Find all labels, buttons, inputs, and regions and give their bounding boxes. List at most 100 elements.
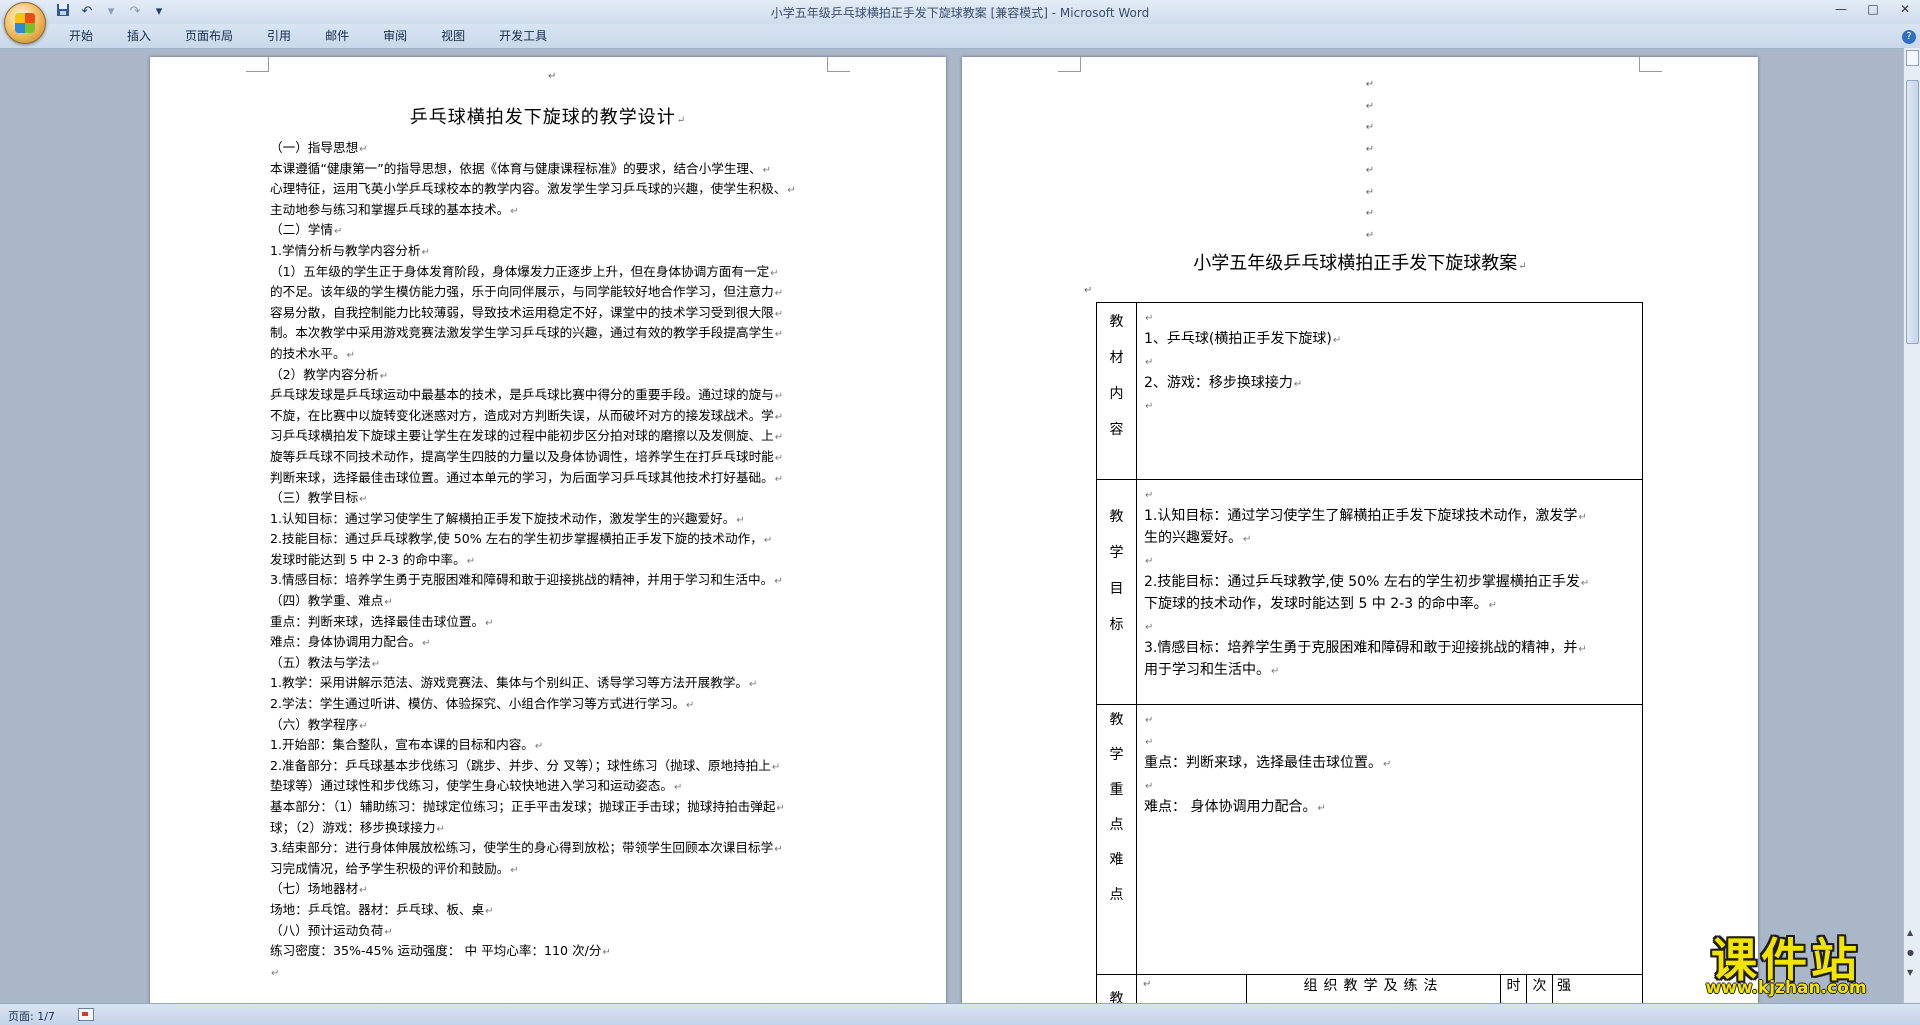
cell-line-text: 2.技能目标：通过乒乓球教学,使 50% 左右的学生初步掌握横拍正手发 xyxy=(1144,573,1580,590)
body-line: 重点：判断来球，选择最佳击球位置。↵ xyxy=(270,612,835,633)
tab-page-layout[interactable]: 页面布局 xyxy=(168,28,250,44)
body-line-text: （六）教学程序 xyxy=(270,716,359,732)
cell-line: ↵ xyxy=(1144,395,1636,417)
paragraph-mark: ↵ xyxy=(736,514,745,526)
body-line-text: 主动地参与练习和掌握乒乓球的基本技术。 xyxy=(270,201,510,217)
body-line: 心理特征，运用飞英小学乒乓球校本的教学内容。激发学生学习乒乓球的兴趣，使学生积极… xyxy=(270,179,835,200)
paragraph-mark: ↵ xyxy=(371,658,381,670)
tab-home[interactable]: 开始 xyxy=(52,28,110,44)
body-line-text: （2）教学内容分析 xyxy=(270,366,379,382)
paragraph-mark: ↵ xyxy=(774,473,784,485)
row-label-char: 目 xyxy=(1109,580,1124,597)
cell-key-points[interactable]: ↵ ↵ 重点：判断来球，选择最佳击球位置。↵ ↵ 难点： 身体协调用力配合。↵ xyxy=(1135,704,1644,976)
paragraph-mark: ↵ xyxy=(1145,357,1154,368)
body-line: （六）教学程序↵ xyxy=(270,715,835,736)
paragraph-mark: ↵ xyxy=(485,905,494,917)
document-page-2: ↵ ↵ ↵ ↵ ↵ ↵ ↵ ↵ 小学五年级乒乓球横拍正手发下旋球教案↵ ↵ 教材内容 ↵ 1… xyxy=(962,57,1758,1017)
office-button[interactable] xyxy=(4,2,46,44)
body-line-text: 的技术水平。 xyxy=(270,345,346,361)
paragraph-mark: ↵ xyxy=(359,144,368,155)
scroll-thumb[interactable] xyxy=(1906,80,1919,344)
cell-line: 难点： 身体协调用力配合。↵ xyxy=(1144,797,1636,819)
body-line-text: 2.技能目标：通过乒乓球教学,使 50% 左右的学生初步掌握横拍正手发下旋的技术… xyxy=(270,531,763,547)
office-logo-icon xyxy=(15,13,35,33)
body-line: （1）五年级的学生正于身体发育阶段，身体爆发力正逐步上升，但在身体协调方面有一定… xyxy=(270,262,835,283)
maximize-icon[interactable]: □ xyxy=(1864,2,1882,16)
scroll-up-arrow-icon[interactable]: ▲ xyxy=(1907,928,1913,937)
body-line-text: （八）预计运动负荷 xyxy=(270,922,384,938)
body-line-text: 习完成情况，给予学生积极的评价和鼓励。 xyxy=(270,860,510,876)
cell-line: ↵ xyxy=(1144,709,1636,731)
lesson-plan-table[interactable]: 教材内容 ↵ 1、乒乓球(横拍正手发下旋球)↵ ↵ 2、游戏：移步换球接力↵ ↵ 教学目… xyxy=(1096,302,1644,1017)
paragraph-mark: ↵ xyxy=(774,844,783,856)
body-line-text: 3.结束部分：进行身体伸展放松练习，使学生的身心得到放松；带领学生回顾本次课目标… xyxy=(270,840,774,856)
page1-title: 乒乓球横拍发下旋球的教学设计↵ xyxy=(409,107,687,128)
body-line-text: 不旋，在比赛中以旋转变化迷惑对方，造成对方判断失误，从而破坏对方的接发球战术。学 xyxy=(270,407,774,423)
paragraph-mark: ↵ xyxy=(774,432,784,444)
paragraph-mark: ↵ xyxy=(774,576,783,588)
body-line: 垫球等）通过球性和步伐练习，使学生身心较快地进入学习和运动姿态。↵ xyxy=(270,776,835,797)
table-row: 教学重点难点 ↵ ↵ 重点：判断来球，选择最佳击球位置。↵ ↵ 难点： 身体协调用力配合… xyxy=(1096,704,1644,976)
row-label-char: 教 xyxy=(1109,712,1124,729)
scroll-down-arrow-icon[interactable]: ▼ xyxy=(1907,968,1913,977)
paragraph-mark: ↵ xyxy=(485,617,494,629)
table-row: 教材内容 ↵ 1、乒乓球(横拍正手发下旋球)↵ ↵ 2、游戏：移步换球接力↵ ↵ xyxy=(1096,302,1644,480)
site-watermark: 课件站 www.kjzhan.com xyxy=(1668,924,1904,1004)
body-line-text: 1.教学：采用讲解示范法、游戏竞赛法、集体与个别纠正、诱导学习等方法开展教学。 xyxy=(270,675,748,691)
window-controls: — □ ✕ xyxy=(1832,2,1914,16)
body-line-text: 难点：身体协调用力配合。 xyxy=(270,634,422,650)
title-bar: ↶ ▾ ↷ ▾ 小学五年级乒乓球横拍正手发下旋球教案 [兼容模式] - Micr… xyxy=(0,0,1920,24)
body-line-text: 本课遵循“健康第一”的指导思想，依据《体育与健康课程标准》的要求，结合小学生理、 xyxy=(270,160,762,176)
body-line: 1.认知目标：通过学习使学生了解横拍正手发下旋技术动作，激发学生的兴趣爱好。↵ xyxy=(270,509,835,530)
cell-line: 2、游戏：移步换球接力↵ xyxy=(1144,373,1636,395)
ruler-toggle-icon[interactable] xyxy=(1906,50,1919,66)
vertical-scrollbar[interactable]: ▲ ● ▼ xyxy=(1903,48,1920,1004)
row-label-char: 教 xyxy=(1109,508,1124,525)
body-line-text: 基本部分：（1）辅助练习：抛球定位练习；正手平击发球；抛球正手击球；抛球持拍击弹… xyxy=(270,799,776,814)
paragraph-mark: ↵ xyxy=(421,246,430,258)
row-label-char: 标 xyxy=(1109,616,1124,633)
page1-body[interactable]: （一）指导思想↵ 本课遵循“健康第一”的指导思想，依据《体育与健康课程标准》的要求… xyxy=(270,138,835,982)
paragraph-mark: ↵ xyxy=(762,164,772,176)
paragraph-mark: ↵ xyxy=(774,308,784,320)
proofing-status-icon[interactable] xyxy=(78,1008,94,1021)
close-icon[interactable]: ✕ xyxy=(1896,2,1914,16)
body-line: 发球时能达到 5 中 2-3 的命中率。↵ xyxy=(270,550,835,571)
tab-references[interactable]: 引用 xyxy=(250,28,308,44)
minimize-icon[interactable]: — xyxy=(1832,2,1850,16)
body-line: 2.学法：学生通过听讲、模仿、体验探究、小组合作学习等方式进行学习。↵ xyxy=(270,694,835,715)
body-line-text: 判断来球，选择最佳击球位置。通过本单元的学习，为后面学习乒乓球其他技术打好基础。 xyxy=(270,469,774,485)
cell-objectives[interactable]: ↵ 1.认知目标：通过学习使学生了解横拍正手发下旋球技术动作，激发学↵ 生的兴趣爱好… xyxy=(1135,478,1644,706)
body-line-text: 发球时能达到 5 中 2-3 的命中率。 xyxy=(270,551,466,567)
cell-line: 重点：判断来球，选择最佳击球位置。↵ xyxy=(1144,753,1636,775)
body-line-text: 2.学法：学生通过听讲、模仿、体验探究、小组合作学习等方式进行学习。 xyxy=(270,696,686,712)
body-line: 基本部分：（1）辅助练习：抛球定位练习；正手平击发球；抛球正手击球；抛球持拍击弹… xyxy=(270,797,835,818)
tab-mailings[interactable]: 邮件 xyxy=(308,28,366,44)
body-line: 练习密度：35%-45% 运动强度： 中 平均心率：110 次/分↵ xyxy=(270,941,835,962)
page2-title: 小学五年级乒乓球横拍正手发下旋球教案↵ xyxy=(1193,253,1527,274)
body-line: 的技术水平。↵ xyxy=(270,344,835,365)
tab-review[interactable]: 审阅 xyxy=(366,28,424,44)
cell-line: ↵ xyxy=(1144,484,1636,506)
cell-materials[interactable]: ↵ 1、乒乓球(横拍正手发下旋球)↵ ↵ 2、游戏：移步换球接力↵ ↵ xyxy=(1135,302,1644,480)
paragraph-mark: ↵ xyxy=(1488,599,1497,611)
paragraph-mark: ↵ xyxy=(359,885,368,897)
paragraph-mark: ↵ xyxy=(770,267,779,279)
help-icon[interactable]: ? xyxy=(1902,30,1916,44)
browse-object-icon[interactable]: ● xyxy=(1907,948,1914,957)
paragraph-mark: ↵ xyxy=(1084,285,1093,296)
tab-view[interactable]: 视图 xyxy=(424,28,482,44)
paragraph-mark: ↵ xyxy=(271,967,280,979)
paragraph-mark: ↵ xyxy=(1271,665,1280,677)
tab-developer[interactable]: 开发工具 xyxy=(482,28,564,44)
paragraph-mark: ↵ xyxy=(749,679,758,691)
paragraph-mark: ↵ xyxy=(1383,759,1392,771)
page-count-status[interactable]: 页面: 1/7 xyxy=(8,1008,55,1024)
paragraph-mark: ↵ xyxy=(359,720,368,732)
paragraph-mark: ↵ xyxy=(510,864,519,876)
body-line: 1.学情分析与教学内容分析↵ xyxy=(270,241,835,262)
tab-insert[interactable]: 插入 xyxy=(110,28,168,44)
body-line-text: 重点：判断来球，选择最佳击球位置。 xyxy=(270,613,485,629)
paragraph-mark: ↵ xyxy=(359,494,368,506)
paragraph-mark: ↵ xyxy=(384,597,393,609)
